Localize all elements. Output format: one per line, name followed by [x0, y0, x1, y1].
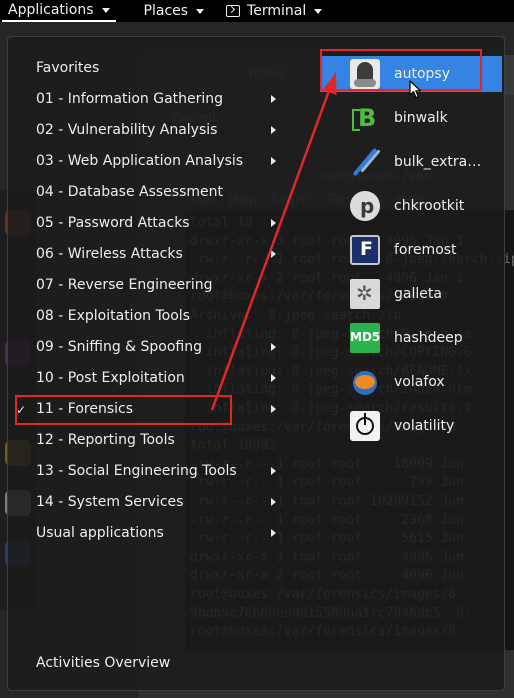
- annotation-arrow: [210, 72, 337, 411]
- mouse-pointer-icon: [409, 80, 422, 99]
